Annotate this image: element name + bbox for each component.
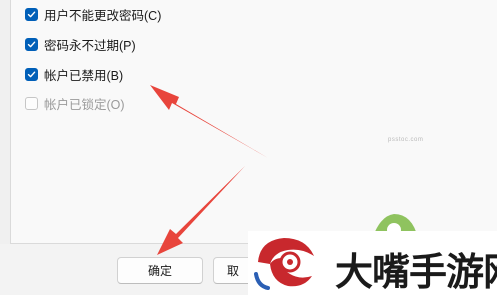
arrow-icon — [150, 85, 268, 158]
dialog-window: 用户不能更改密码(C) 密码永不过期(P) 帐户已禁用(B) 帐户已锁定(O) … — [0, 0, 497, 295]
annotation-arrows — [150, 85, 268, 255]
arrow-icon — [157, 166, 245, 255]
